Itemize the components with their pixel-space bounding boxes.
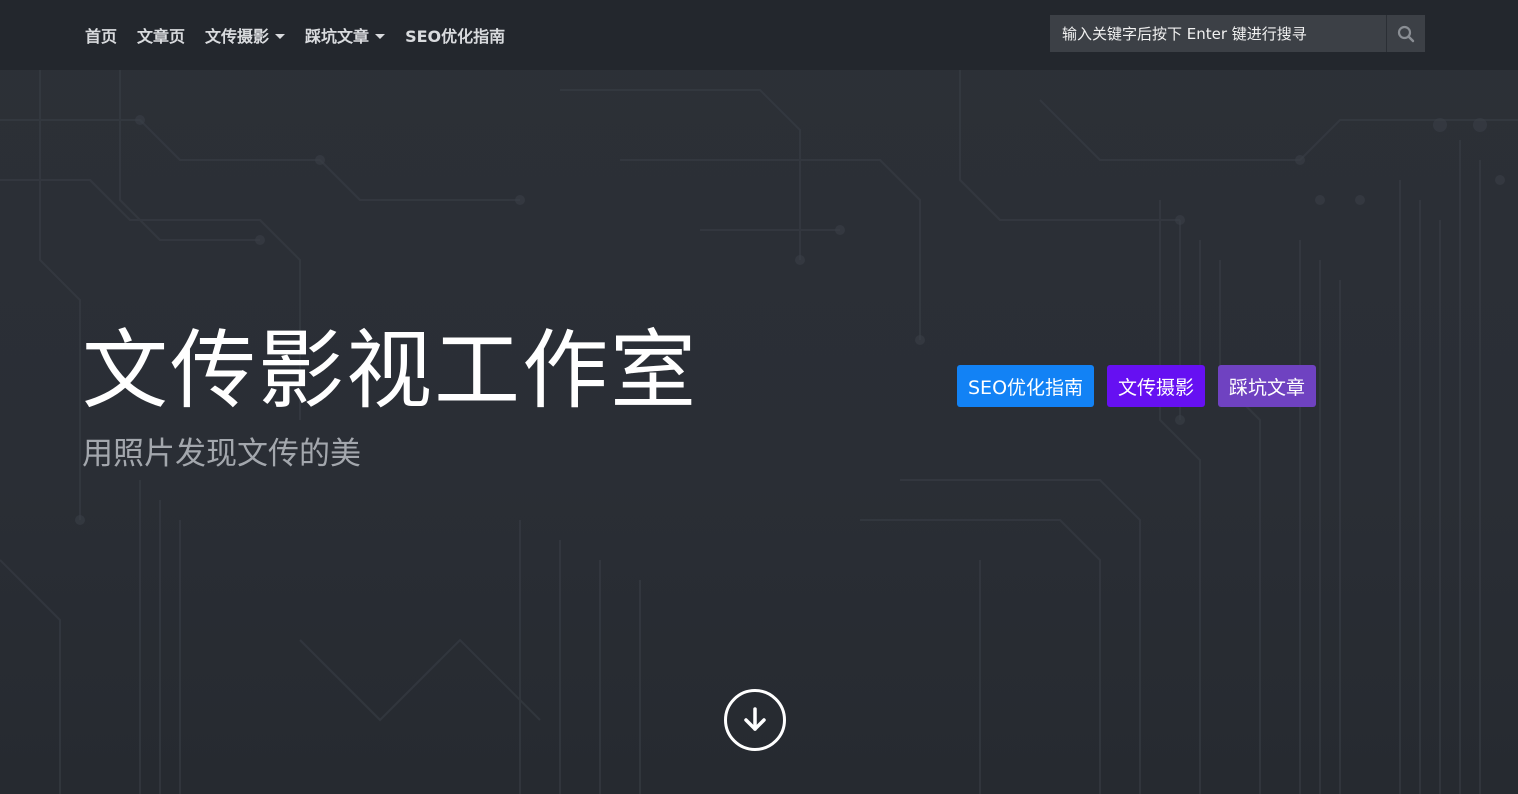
nav-item-label: SEO优化指南 xyxy=(405,27,506,46)
tag-seo-guide[interactable]: SEO优化指南 xyxy=(957,365,1095,407)
hero-subtitle: 用照片发现文传的美 xyxy=(82,436,361,472)
top-navbar: 首页 文章页 文传摄影 踩坑文章 SEO优化指南 xyxy=(0,0,1518,70)
tag-pitfall-articles[interactable]: 踩坑文章 xyxy=(1218,365,1317,407)
nav-item-pitfall-articles[interactable]: 踩坑文章 xyxy=(305,23,386,47)
caret-down-icon xyxy=(275,33,286,39)
tag-photography[interactable]: 文传摄影 xyxy=(1107,365,1206,407)
nav-item-home[interactable]: 首页 xyxy=(85,23,117,47)
nav-item-photography[interactable]: 文传摄影 xyxy=(205,23,286,47)
caret-down-icon xyxy=(375,33,386,39)
nav-item-label: 踩坑文章 xyxy=(305,27,370,46)
nav-item-label: 文传摄影 xyxy=(205,27,270,46)
nav-item-label: 首页 xyxy=(85,27,118,46)
scroll-down-button[interactable] xyxy=(724,689,786,751)
nav-item-label: 文章页 xyxy=(137,27,186,46)
hero-title: 文传影视工作室 xyxy=(82,321,698,421)
tag-group: SEO优化指南 文传摄影 踩坑文章 xyxy=(957,365,1329,407)
search-icon xyxy=(1397,25,1415,42)
search-box xyxy=(1050,15,1425,52)
nav-item-seo-guide[interactable]: SEO优化指南 xyxy=(405,23,505,47)
arrow-down-icon xyxy=(744,707,766,731)
main-nav: 首页 文章页 文传摄影 踩坑文章 SEO优化指南 xyxy=(85,0,525,70)
search-button[interactable] xyxy=(1386,15,1425,52)
nav-item-articles[interactable]: 文章页 xyxy=(137,23,185,47)
search-input[interactable] xyxy=(1050,15,1386,52)
